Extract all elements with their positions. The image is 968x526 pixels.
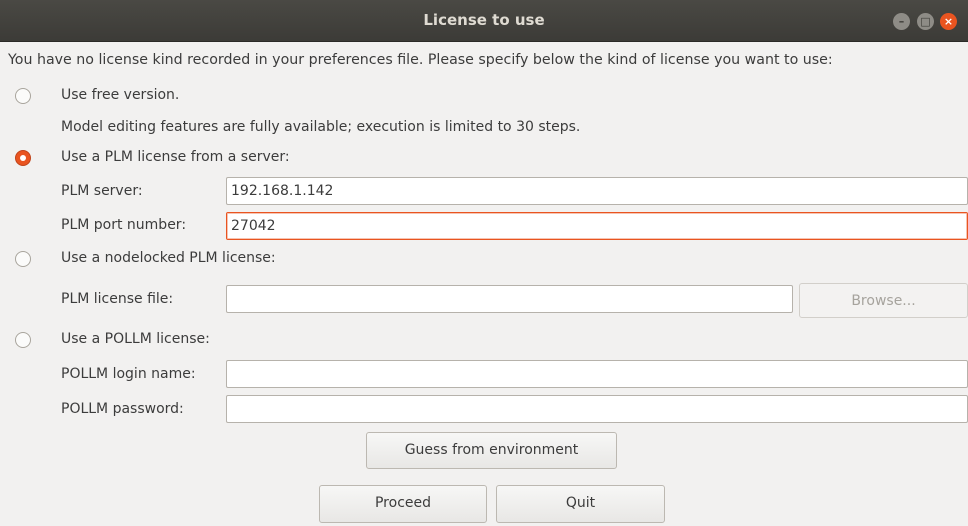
free-version-label[interactable]: Use free version. <box>61 87 179 103</box>
radio-free-version[interactable] <box>15 88 31 104</box>
minimize-icon[interactable]: – <box>893 13 910 30</box>
guess-from-environment-button[interactable]: Guess from environment <box>366 432 617 469</box>
pollm-login-label: POLLM login name: <box>61 366 196 382</box>
radio-plm-server[interactable] <box>15 150 31 166</box>
close-icon[interactable]: × <box>940 13 957 30</box>
intro-text: You have no license kind recorded in you… <box>8 52 833 68</box>
free-version-note: Model editing features are fully availab… <box>61 119 581 135</box>
quit-button[interactable]: Quit <box>496 485 665 523</box>
browse-button[interactable]: Browse... <box>799 283 968 318</box>
pollm-password-input[interactable] <box>226 395 968 423</box>
radio-nodelocked[interactable] <box>15 251 31 267</box>
pollm-login-input[interactable] <box>226 360 968 388</box>
nodelocked-option-label[interactable]: Use a nodelocked PLM license: <box>61 250 276 266</box>
plm-server-label: PLM server: <box>61 183 143 199</box>
plm-server-input[interactable]: 192.168.1.142 <box>226 177 968 205</box>
plm-license-file-label: PLM license file: <box>61 291 174 307</box>
plm-server-option-label[interactable]: Use a PLM license from a server: <box>61 149 290 165</box>
window-title: License to use <box>423 11 545 29</box>
maximize-icon[interactable]: □ <box>917 13 934 30</box>
pollm-password-label: POLLM password: <box>61 401 184 417</box>
plm-license-file-input[interactable] <box>226 285 793 313</box>
plm-port-label: PLM port number: <box>61 217 187 233</box>
proceed-button[interactable]: Proceed <box>319 485 487 523</box>
pollm-option-label[interactable]: Use a POLLM license: <box>61 331 210 347</box>
title-bar: License to use – □ × <box>0 0 968 42</box>
radio-pollm[interactable] <box>15 332 31 348</box>
plm-port-input[interactable]: 27042 <box>226 212 968 240</box>
